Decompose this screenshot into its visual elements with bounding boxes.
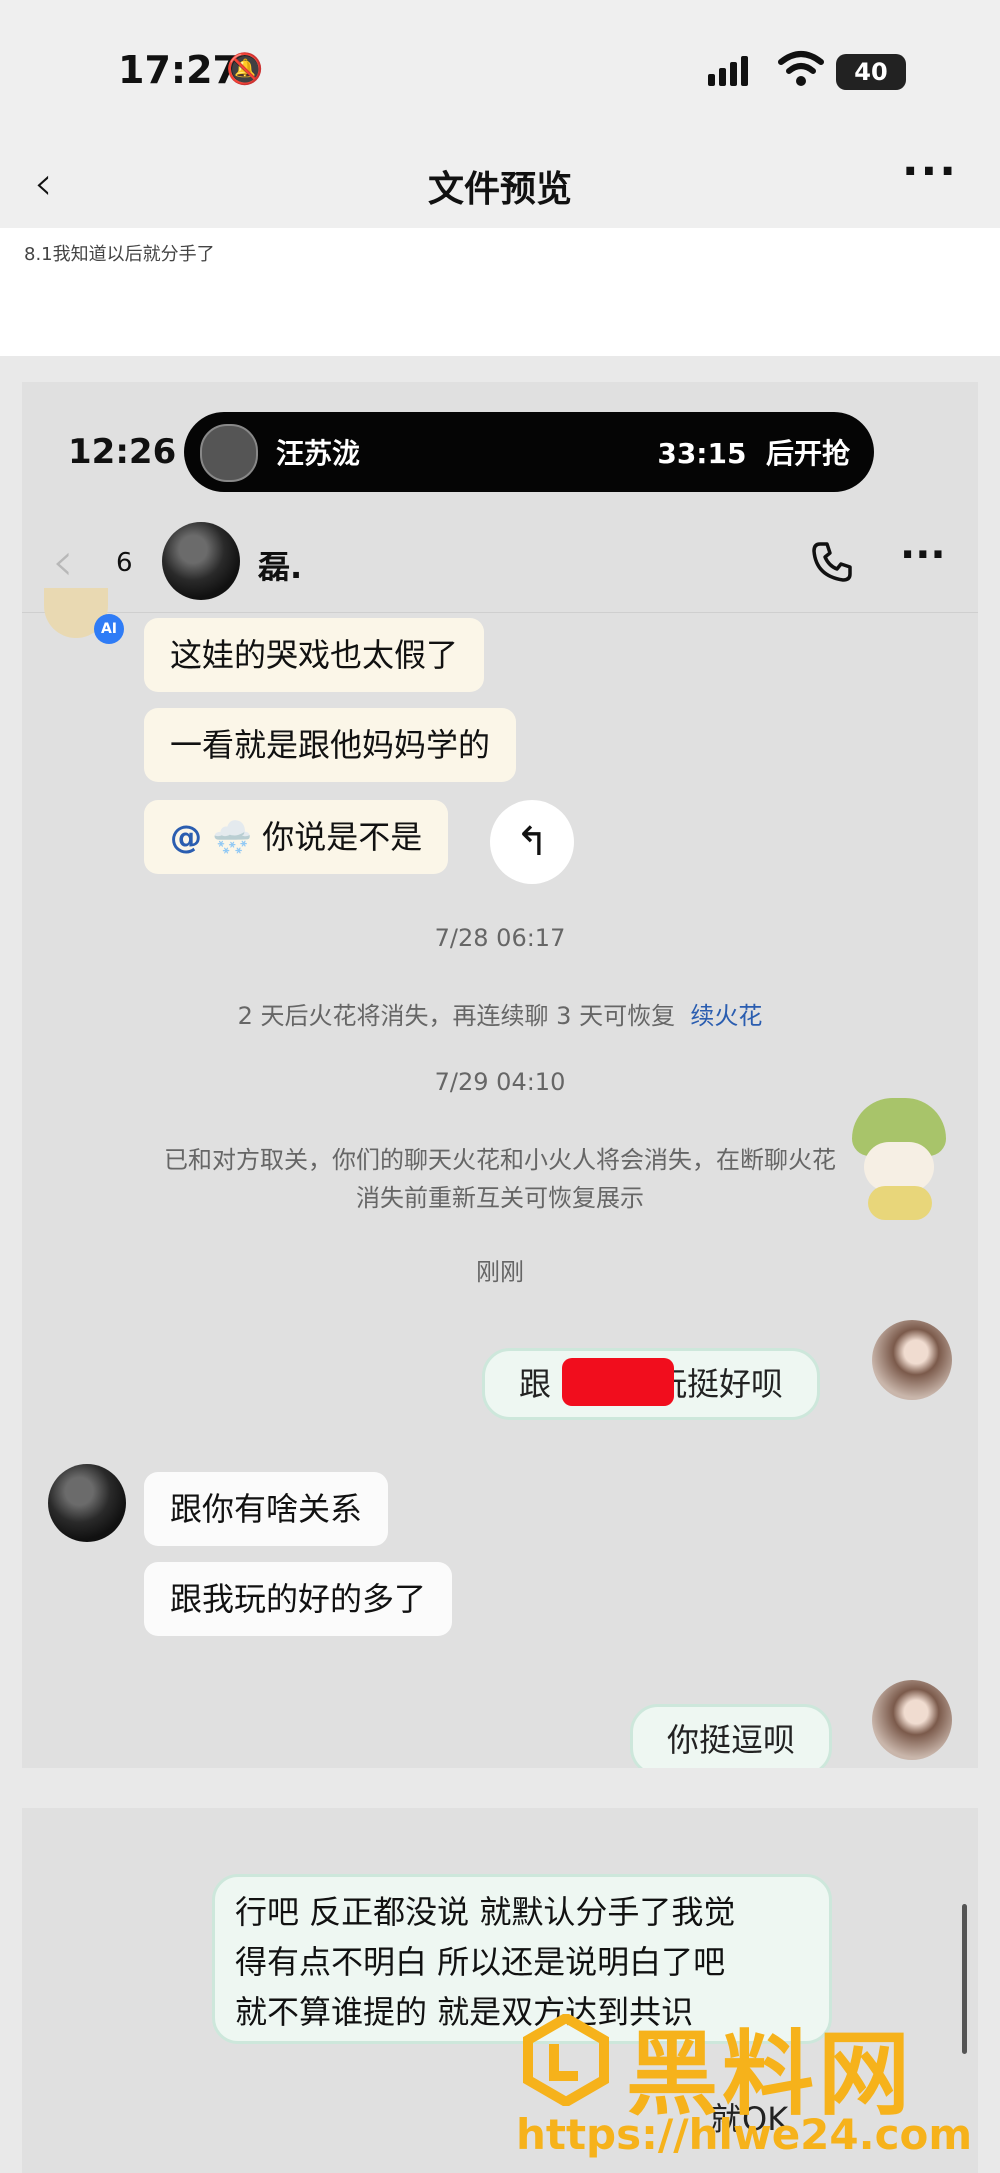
watermark-url: https://hlwe24.com — [516, 2110, 973, 2159]
ai-badge: AI — [94, 614, 124, 644]
dynamic-island-banner: 汪苏泷 33:15 后开抢 — [184, 412, 874, 492]
message-bubble[interactable]: 这娃的哭戏也太假了 — [144, 618, 485, 692]
countdown-action: 后开抢 — [765, 437, 850, 470]
watermark-logo-icon — [523, 2014, 609, 2106]
sent-message-bubble[interactable]: 你挺逗呗 — [630, 1704, 833, 1768]
nav-bar: ‹ 文件预览 ··· — [0, 140, 1000, 228]
page-title: 文件预览 — [427, 169, 572, 210]
banner-countdown: 33:15 后开抢 — [657, 432, 850, 472]
message-text: 跟 — [519, 1365, 552, 1403]
file-caption-text: 8.1我知道以后就分手了 — [24, 244, 215, 265]
chat-more-icon[interactable]: ··· — [900, 532, 946, 578]
message-line: 得有点不明白 所以还是说明白了吧 — [235, 1943, 726, 1981]
status-bar: 17:27 🔕 40 — [0, 0, 1000, 140]
contact-name: 磊. — [258, 548, 303, 586]
reply-arrow-icon[interactable]: ↰ — [490, 800, 574, 884]
countdown-time: 33:15 — [657, 437, 747, 470]
chat-back-chevron-icon[interactable]: ‹ — [52, 530, 74, 593]
status-time: 17:27 — [118, 48, 239, 92]
bell-muted-icon: 🔕 — [226, 52, 264, 87]
snow-cloud-icon: 🌨️ — [202, 818, 263, 856]
message-text: 你说是不是 — [262, 818, 423, 856]
file-caption-area: 8.1我知道以后就分手了 — [0, 228, 1000, 356]
mention-at: @ — [170, 818, 202, 856]
timestamp: 刚刚 — [476, 1258, 524, 1286]
my-avatar[interactable] — [872, 1320, 952, 1400]
spark-notice-text: 2 天后火花将消失，再连续聊 3 天可恢复 — [237, 1002, 676, 1030]
contact-avatar[interactable] — [48, 1464, 126, 1542]
spark-notice: 2 天后火花将消失，再连续聊 3 天可恢复 续火花 — [22, 996, 978, 1031]
continue-spark-link[interactable]: 续火花 — [690, 1002, 762, 1030]
contact-avatar[interactable] — [162, 522, 240, 600]
unfollow-notice-line1: 已和对方取关，你们的聊天火花和小火人将会消失，在断聊火花 — [164, 1146, 836, 1174]
my-avatar[interactable] — [872, 1680, 952, 1760]
message-text: 玩挺好呗 — [655, 1365, 784, 1403]
green-mascot-sticker — [844, 1098, 954, 1222]
message-bubble[interactable]: 跟我玩的好的多了 — [144, 1562, 453, 1636]
chat-screenshot-1: 12:26 汪苏泷 33:15 后开抢 ‹ 6 磊. ··· AI 这娃的哭戏也… — [22, 382, 978, 1768]
battery-indicator: 40 — [836, 54, 906, 90]
timestamp: 7/29 04:10 — [434, 1068, 566, 1096]
cellular-signal-icon — [708, 56, 752, 86]
banner-name: 汪苏泷 — [276, 437, 361, 470]
unfollow-notice-line2: 消失前重新互关可恢复展示 — [356, 1184, 644, 1212]
message-bubble[interactable]: @ 🌨️ 你说是不是 — [144, 800, 449, 874]
unread-count: 6 — [116, 548, 133, 578]
timestamp: 7/28 06:17 — [434, 924, 566, 952]
red-redaction-mark — [562, 1358, 674, 1406]
message-line: 行吧 反正都没说 就默认分手了我觉 — [235, 1893, 736, 1931]
inner-status-time: 12:26 — [68, 432, 177, 472]
more-options-icon[interactable]: ··· — [902, 146, 958, 197]
chat-header-divider — [22, 612, 978, 613]
phone-icon[interactable] — [810, 540, 854, 584]
wifi-icon — [778, 51, 824, 86]
banner-avatar — [200, 424, 258, 482]
message-bubble[interactable]: 跟你有啥关系 — [144, 1472, 389, 1546]
message-bubble[interactable]: 一看就是跟他妈妈学的 — [144, 708, 517, 782]
